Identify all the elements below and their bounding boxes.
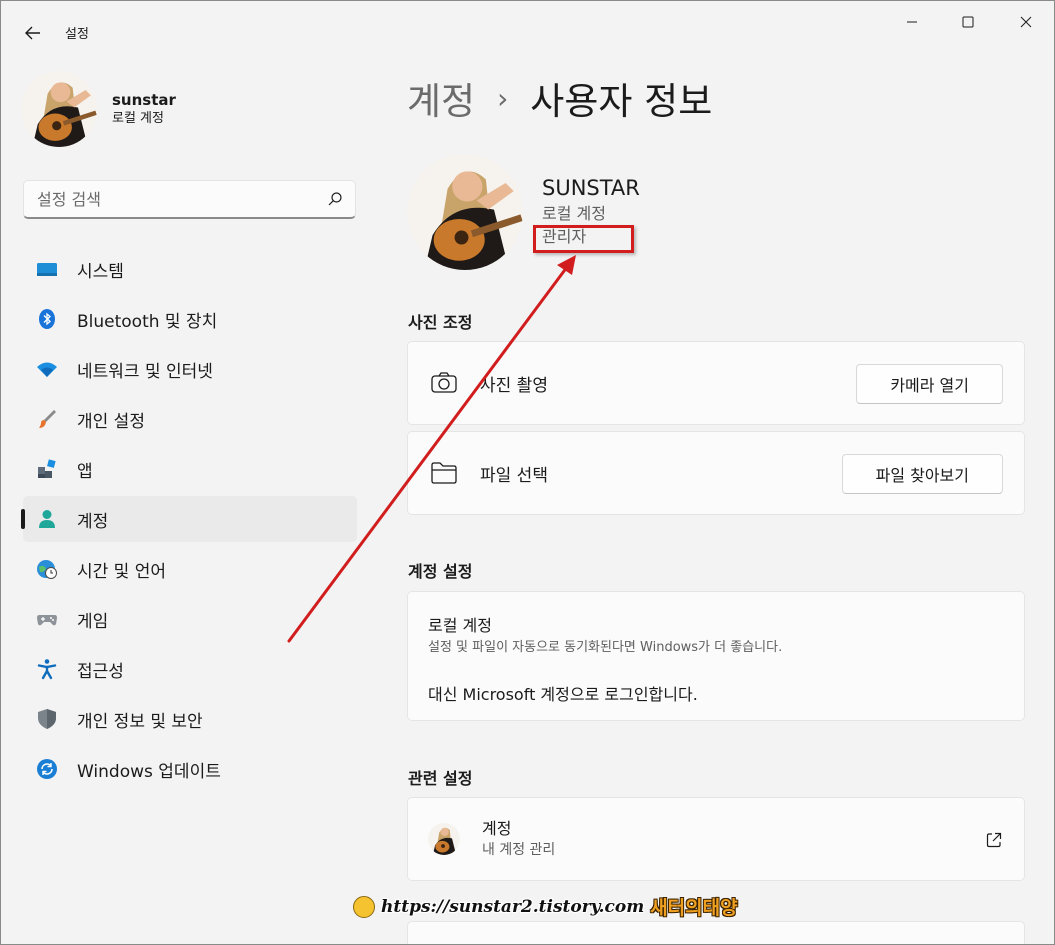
local-account-description: 설정 및 파일이 자동으로 동기화된다면 Windows가 더 좋습니다. [428, 640, 783, 655]
sidebar-item-windows-update[interactable]: Windows 업데이트 [23, 746, 357, 792]
external-link-icon [986, 832, 1002, 848]
sidebar-item-label: 앱 [77, 461, 93, 482]
local-account-title: 로컬 계정 [428, 616, 492, 635]
update-icon [36, 758, 58, 780]
search-icon[interactable] [327, 191, 343, 207]
settings-window: 설정 sunstar 로컬 계정 설정 검색 시스템 Bluetooth 및 장… [0, 0, 1055, 945]
page-title: 사용자 정보 [530, 80, 713, 123]
profile-name: sunstar [112, 91, 176, 109]
sidebar-nav: 시스템 Bluetooth 및 장치 네트워크 및 인터넷 개인 설정 앱 계정… [21, 246, 357, 796]
user-name: SUNSTAR [542, 176, 640, 200]
sidebar-item-gaming[interactable]: 게임 [23, 596, 357, 642]
accessibility-icon [36, 658, 58, 680]
section-title-related-settings: 관련 설정 [408, 769, 473, 788]
admin-highlight-box [533, 225, 634, 253]
watermark: https://sunstar2.tistory.com 새터의태양 [353, 893, 738, 920]
search-input[interactable] [24, 181, 355, 217]
wifi-icon [36, 358, 58, 380]
local-account-card: 로컬 계정 설정 및 파일이 자동으로 동기화된다면 Windows가 더 좋습… [407, 591, 1025, 721]
sidebar-item-accounts[interactable]: 계정 [21, 496, 357, 542]
brush-icon [36, 408, 58, 430]
breadcrumb: 계정 › 사용자 정보 [407, 71, 712, 125]
choose-file-label: 파일 선택 [480, 465, 548, 486]
breadcrumb-parent[interactable]: 계정 [407, 71, 475, 125]
related-accounts-subtitle: 내 계정 관리 [482, 842, 556, 858]
sidebar-item-label: 계정 [77, 511, 109, 532]
maximize-button[interactable] [945, 7, 991, 37]
sidebar-item-personalization[interactable]: 개인 설정 [23, 396, 357, 442]
choose-file-card: 파일 선택 파일 찾아보기 [407, 431, 1025, 515]
sidebar-item-apps[interactable]: 앱 [23, 446, 357, 492]
close-icon [1020, 16, 1032, 28]
minimize-icon [907, 21, 917, 23]
minimize-button[interactable] [889, 7, 935, 37]
browse-files-button[interactable]: 파일 찾아보기 [841, 454, 1003, 494]
title-bar: 설정 [1, 1, 1054, 61]
avatar [21, 71, 97, 147]
globe-clock-icon [36, 558, 58, 580]
related-accounts-card[interactable]: 계정 내 계정 관리 [407, 797, 1025, 881]
avatar [407, 154, 523, 270]
take-photo-label: 사진 촬영 [480, 375, 548, 396]
arrow-left-icon [25, 26, 40, 40]
sidebar-profile[interactable]: sunstar 로컬 계정 [21, 71, 176, 147]
microsoft-signin-link[interactable]: 대신 Microsoft 계정으로 로그인합니다. [428, 681, 698, 705]
avatar [428, 823, 460, 855]
user-account-type: 로컬 계정 [542, 204, 606, 223]
watermark-brand: 새터의태양 [650, 897, 738, 919]
sidebar-item-label: 네트워크 및 인터넷 [77, 361, 213, 382]
section-title-photo: 사진 조정 [408, 313, 473, 332]
settings-search [23, 180, 356, 219]
gamepad-icon [36, 608, 58, 630]
bluetooth-icon [36, 308, 58, 330]
close-button[interactable] [1003, 7, 1049, 37]
profile-account-type: 로컬 계정 [112, 111, 164, 126]
sidebar-item-label: Bluetooth 및 장치 [77, 311, 218, 332]
related-accounts-title: 계정 [482, 819, 512, 838]
folder-icon [430, 459, 458, 487]
sidebar-item-system[interactable]: 시스템 [23, 246, 357, 292]
sidebar-item-label: 개인 설정 [77, 411, 145, 432]
related-settings-card-partial[interactable] [407, 921, 1025, 944]
shield-icon [36, 708, 58, 730]
sidebar-item-network[interactable]: 네트워크 및 인터넷 [23, 346, 357, 392]
watermark-url: https://sunstar2.tistory.com [381, 896, 645, 917]
sidebar-item-time-language[interactable]: 시간 및 언어 [23, 546, 357, 592]
person-icon [36, 508, 58, 530]
take-photo-card: 사진 촬영 카메라 열기 [407, 341, 1025, 425]
sidebar-item-accessibility[interactable]: 접근성 [23, 646, 357, 692]
app-title: 설정 [65, 27, 89, 42]
camera-icon [430, 369, 458, 397]
sidebar-item-label: 개인 정보 및 보안 [77, 711, 203, 732]
sidebar-item-label: 게임 [77, 611, 109, 632]
breadcrumb-separator: › [497, 81, 509, 115]
sidebar-item-label: 시스템 [77, 261, 124, 282]
sidebar-item-privacy-security[interactable]: 개인 정보 및 보안 [23, 696, 357, 742]
sidebar-item-bluetooth[interactable]: Bluetooth 및 장치 [23, 296, 357, 342]
monitor-icon [36, 258, 58, 280]
sidebar-item-label: 시간 및 언어 [77, 561, 167, 582]
maximize-icon [962, 16, 974, 28]
back-button[interactable] [21, 21, 45, 45]
open-camera-button[interactable]: 카메라 열기 [856, 364, 1003, 404]
section-title-account-settings: 계정 설정 [408, 562, 473, 581]
apps-icon [36, 458, 58, 480]
sidebar-item-label: Windows 업데이트 [77, 761, 221, 782]
sidebar-item-label: 접근성 [77, 661, 124, 682]
smiley-icon [353, 895, 375, 918]
